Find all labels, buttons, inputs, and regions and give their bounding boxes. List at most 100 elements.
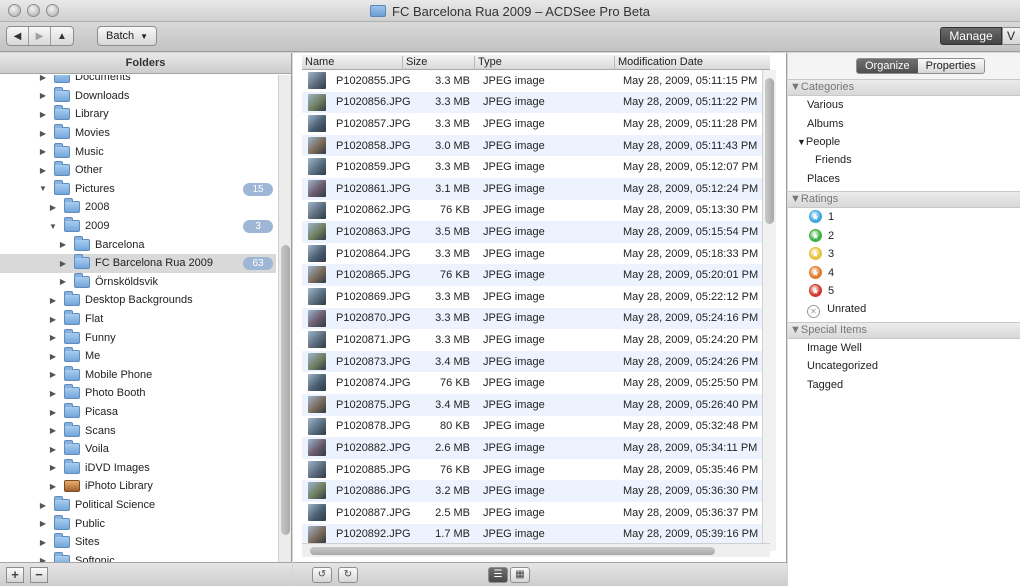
folder-item[interactable]: ▶ Library [0,105,276,124]
table-row[interactable]: P1020855.JPG 3.3 MB JPEG image May 28, 2009… [302,70,762,92]
table-row[interactable]: P1020878.JPG 80 KB JPEG image May 28, 2009,… [302,416,762,438]
disclosure-triangle-icon[interactable]: ▶ [58,277,68,286]
category-item-people[interactable]: ▼People [797,136,840,148]
category-item[interactable]: Various [807,99,843,111]
table-row[interactable]: P1020862.JPG 76 KB JPEG image May 28, 2009,… [302,200,762,222]
rating-item[interactable]: ★ 4 [809,265,834,279]
section-ratings[interactable]: ▼Ratings [788,191,1020,208]
table-row[interactable]: P1020892.JPG 1.7 MB JPEG image May 28, 2009… [302,523,762,546]
folder-item[interactable]: ▶ FC Barcelona Rua 2009 63 [0,254,276,273]
disclosure-triangle-icon[interactable]: ▶ [48,370,58,379]
folder-item[interactable]: ▶ Funny [0,328,276,347]
disclosure-triangle-icon[interactable]: ▼ [38,184,48,193]
disclosure-triangle-icon[interactable]: ▶ [38,166,48,175]
table-row[interactable]: P1020864.JPG 3.3 MB JPEG image May 28, 2009… [302,243,762,265]
table-row[interactable]: P1020870.JPG 3.3 MB JPEG image May 28, 2009… [302,307,762,330]
tab-organize[interactable]: Organize [857,59,918,73]
manage-mode-button[interactable]: Manage [940,27,1002,45]
folder-item[interactable]: ▶ Scans [0,421,276,440]
section-special-items[interactable]: ▼Special Items [788,322,1020,339]
folder-item[interactable]: ▼ Pictures 15 [0,179,276,199]
table-row[interactable]: P1020871.JPG 3.3 MB JPEG image May 28, 2009… [302,329,762,351]
disclosure-triangle-icon[interactable]: ▶ [58,259,68,268]
folder-item[interactable]: ▶ Movies [0,124,276,143]
folder-item[interactable]: ▶ Other [0,161,276,180]
rating-item[interactable]: ★ 1 [809,210,834,223]
table-row[interactable]: P1020887.JPG 2.5 MB JPEG image May 28, 2009… [302,502,762,524]
folder-item[interactable]: ▶ Photo Booth [0,384,276,403]
disclosure-triangle-icon[interactable]: ▶ [48,445,58,454]
section-categories[interactable]: ▼Categories [788,79,1020,96]
folder-item[interactable]: ▶ Voila [0,440,276,459]
disclosure-triangle-icon[interactable]: ▶ [38,538,48,547]
remove-folder-button[interactable]: − [30,567,48,583]
table-row[interactable]: P1020863.JPG 3.5 MB JPEG image May 28, 2009… [302,221,762,243]
disclosure-triangle-icon[interactable]: ▶ [38,147,48,156]
rating-item[interactable]: ★ 3 [809,247,834,261]
table-row[interactable]: P1020873.JPG 3.4 MB JPEG image May 28, 2009… [302,350,762,373]
disclosure-triangle-icon[interactable]: ▼ [797,137,806,147]
rotate-left-icon[interactable]: ↺ [312,567,332,583]
special-item[interactable]: Uncategorized [807,360,878,372]
folder-item[interactable]: ▶ Downloads [0,86,276,106]
column-header-modification-date[interactable]: Modification Date [615,56,770,70]
disclosure-triangle-icon[interactable]: ▶ [48,315,58,324]
disclosure-triangle-icon[interactable]: ▶ [48,352,58,361]
disclosure-triangle-icon[interactable]: ▶ [38,110,48,119]
rating-item[interactable]: ★ 2 [809,228,834,242]
folder-item[interactable]: ▶ Desktop Backgrounds [0,291,276,310]
tab-properties[interactable]: Properties [917,59,984,73]
folder-item[interactable]: ▶ Documents [0,75,276,87]
forward-arrow-icon[interactable]: ▶ [29,27,51,45]
list-view-icon[interactable]: ☰ [488,567,508,583]
table-row[interactable]: P1020882.JPG 2.6 MB JPEG image May 28, 2009… [302,437,762,459]
disclosure-triangle-icon[interactable]: ▶ [48,389,58,398]
back-arrow-icon[interactable]: ◀ [7,27,29,45]
rotate-right-icon[interactable]: ↻ [338,567,358,583]
disclosure-triangle-icon[interactable]: ▶ [58,240,68,249]
table-row[interactable]: P1020859.JPG 3.3 MB JPEG image May 28, 2009… [302,156,762,178]
category-item[interactable]: Albums [807,118,844,130]
table-row[interactable]: P1020861.JPG 3.1 MB JPEG image May 28, 2009… [302,178,762,200]
disclosure-triangle-icon[interactable]: ▶ [48,296,58,305]
scrollbar-thumb[interactable] [765,78,774,224]
rating-item[interactable]: ★ 5 [809,284,834,298]
batch-menu-button[interactable]: Batch ▼ [97,26,157,46]
folder-tree-scrollbar[interactable] [278,75,291,562]
disclosure-triangle-icon[interactable]: ▶ [48,482,58,491]
disclosure-triangle-icon[interactable]: ▶ [48,203,58,212]
special-item[interactable]: Image Well [807,342,862,354]
folder-item[interactable]: ▶ Barcelona [0,235,276,254]
disclosure-triangle-icon[interactable]: ▶ [38,129,48,138]
table-row[interactable]: P1020858.JPG 3.0 MB JPEG image May 28, 2009… [302,134,762,157]
folder-item[interactable]: ▶ Political Science [0,496,276,515]
thumbnail-view-icon[interactable]: ▦ [510,567,530,583]
scrollbar-thumb[interactable] [281,245,290,535]
folder-item[interactable]: ▶ iPhoto Library [0,477,276,496]
disclosure-triangle-icon[interactable]: ▶ [38,75,48,82]
folder-item[interactable]: ▶ Mobile Phone [0,365,276,385]
disclosure-triangle-icon[interactable]: ▶ [48,333,58,342]
column-header-name[interactable]: Name [302,56,403,70]
folder-item[interactable]: ▶ Örnsköldsvik [0,272,276,292]
folder-item[interactable]: ▶ iDVD Images [0,458,276,478]
table-row[interactable]: P1020885.JPG 76 KB JPEG image May 28, 2009,… [302,459,762,481]
folder-item[interactable]: ▶ Me [0,347,276,366]
table-row[interactable]: P1020857.JPG 3.3 MB JPEG image May 28, 2009… [302,113,762,135]
up-arrow-icon[interactable]: ▲ [51,27,73,45]
category-item[interactable]: Friends [815,154,852,166]
folder-item[interactable]: ▶ Softonic [0,551,276,562]
file-list-vertical-scrollbar[interactable] [762,70,776,551]
disclosure-triangle-icon[interactable]: ▶ [48,408,58,417]
table-row[interactable]: P1020874.JPG 76 KB JPEG image May 28, 2009,… [302,372,762,394]
folder-item[interactable]: ▶ Sites [0,533,276,552]
disclosure-triangle-icon[interactable]: ▼ [48,222,58,231]
folder-item[interactable]: ▶ Flat [0,310,276,329]
file-list-horizontal-scrollbar[interactable] [302,543,770,557]
folder-item[interactable]: ▶ Picasa [0,403,276,422]
folder-item[interactable]: ▶ Public [0,514,276,533]
disclosure-triangle-icon[interactable]: ▶ [48,463,58,472]
disclosure-triangle-icon[interactable]: ▶ [48,426,58,435]
folder-item[interactable]: ▶ Music [0,142,276,161]
view-mode-button[interactable]: V [1002,27,1020,45]
